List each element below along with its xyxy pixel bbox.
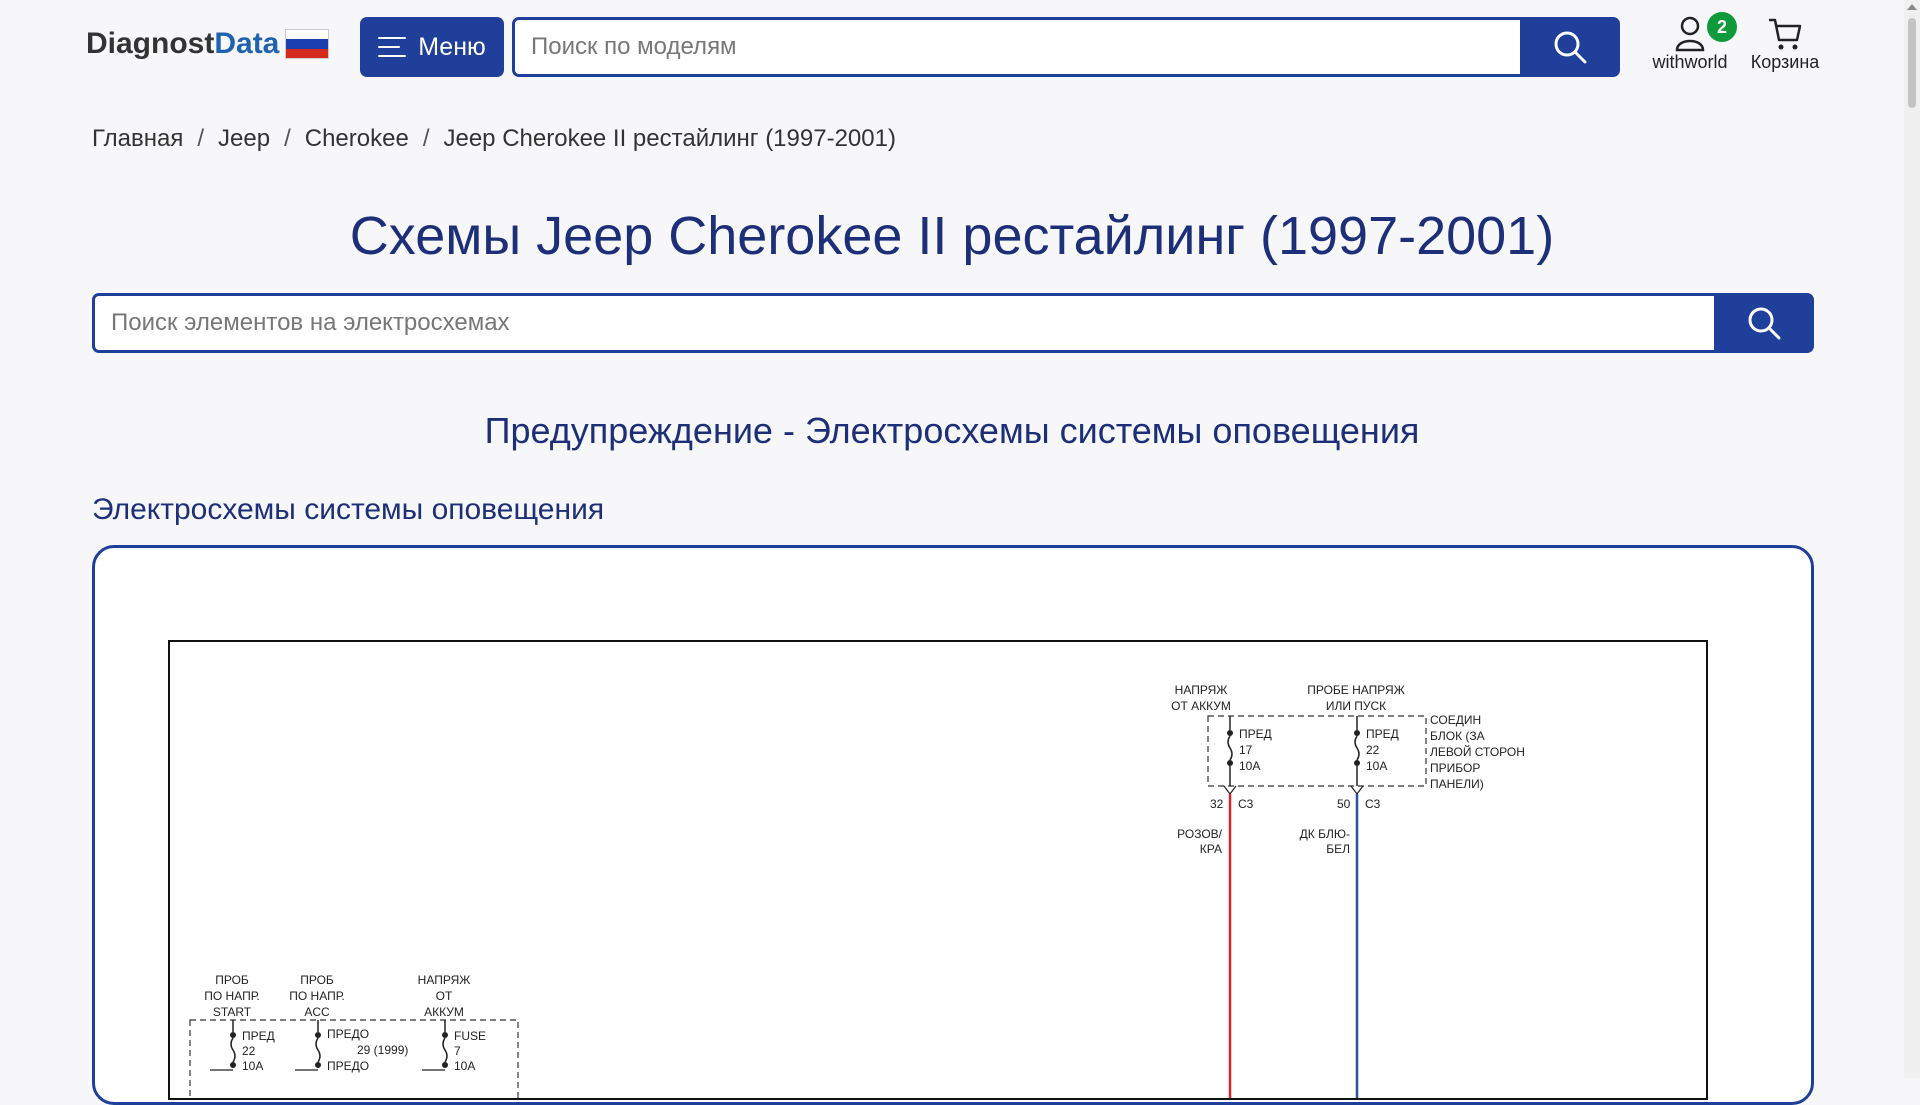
diagram-label: ПРЕД	[242, 1029, 275, 1043]
diagram-label: ПО НАПР.	[204, 989, 260, 1003]
diagram-label: 10А	[454, 1059, 475, 1073]
diagram-label: ПРЕД	[1239, 727, 1272, 741]
diagram-label: ACC	[304, 1005, 330, 1019]
fuse-symbol	[1354, 735, 1360, 761]
search-icon	[1748, 307, 1781, 340]
diagram-label: 32	[1210, 797, 1224, 811]
model-search-field	[512, 17, 1520, 77]
diagram-label: START	[213, 1005, 252, 1019]
breadcrumb-separator: /	[284, 125, 291, 152]
fuse-symbol	[230, 1037, 236, 1063]
diagram-label: 22	[242, 1044, 256, 1058]
diagram-label: 10А	[1366, 759, 1387, 773]
menu-button[interactable]: Меню	[360, 17, 504, 77]
diagram-label: БЕЛ	[1326, 842, 1350, 856]
diagram-label: СОЕДИН	[1430, 713, 1481, 727]
breadcrumb: Главная / Jeep / Cherokee / Jeep Cheroke…	[92, 122, 896, 156]
diagram-label: 29 (1999)	[357, 1043, 408, 1057]
cart-label: Корзина	[1750, 52, 1820, 72]
diagram-label: ПО НАПР.	[289, 989, 345, 1003]
diagram-label: ПРЕДО	[327, 1059, 369, 1073]
diagram-label: ПРИБОР	[1430, 761, 1480, 775]
cart-icon	[1769, 18, 1802, 50]
diagram-label: 7	[454, 1044, 461, 1058]
notification-badge: 2	[1707, 12, 1737, 42]
cart-link[interactable]: Корзина	[1745, 12, 1825, 82]
diagram-label: ПАНЕЛИ)	[1430, 777, 1484, 791]
breadcrumb-home[interactable]: Главная	[92, 125, 183, 153]
site-logo[interactable]: Diagnost Data	[86, 24, 330, 64]
connector-symbol	[1223, 785, 1237, 795]
breadcrumb-current: Jeep Cherokee II рестайлинг (1997-2001)	[443, 125, 896, 152]
diagram-label: 10А	[1239, 759, 1260, 773]
diagram-label: АККУМ	[424, 1005, 464, 1019]
fuse-symbol	[315, 1037, 321, 1063]
fuse-terminal	[1227, 760, 1233, 766]
fuse-terminal	[1354, 760, 1360, 766]
fuse-terminal	[1227, 730, 1233, 736]
scrollbar-thumb[interactable]	[1908, 18, 1916, 108]
diagram-label: ДК БЛЮ-	[1300, 827, 1350, 841]
diagram-label: ПРЕДО	[327, 1027, 369, 1041]
fuse-symbol	[1227, 735, 1233, 761]
diagram-label: ПРОБ	[300, 973, 334, 987]
wiring-diagram[interactable]: НАПРЯЖ ОТ АККУМ ПРОБЕ НАПРЯЖ ИЛИ ПУСК СО…	[168, 640, 1708, 1105]
logo-text-part2: Data	[214, 27, 280, 60]
user-name: withworld	[1652, 52, 1728, 72]
menu-button-label: Меню	[418, 32, 486, 61]
breadcrumb-brand[interactable]: Jeep	[218, 125, 270, 153]
hamburger-icon	[378, 37, 407, 57]
diagram-label: 10А	[242, 1059, 263, 1073]
section-heading: Предупреждение - Электросхемы системы оп…	[484, 410, 1420, 451]
model-search-input[interactable]	[515, 32, 1520, 62]
breadcrumb-separator: /	[197, 125, 205, 152]
user-icon	[1675, 16, 1705, 52]
russia-flag-icon	[285, 29, 330, 59]
diagram-label: ИЛИ ПУСК	[1326, 699, 1386, 713]
diagram-label: C3	[1365, 797, 1381, 811]
logo-text-part1: Diagnost	[86, 27, 215, 60]
fuse-terminal	[1354, 730, 1360, 736]
diagram-label: ОТ АККУМ	[1171, 699, 1231, 713]
element-search-button[interactable]	[1714, 293, 1814, 353]
breadcrumb-model[interactable]: Cherokee	[305, 125, 409, 153]
diagram-label: ПРОБ	[215, 973, 249, 987]
diagram-subheading: Электросхемы системы оповещения	[92, 493, 605, 526]
model-search-button[interactable]	[1520, 17, 1620, 77]
diagram-label: 50	[1337, 797, 1351, 811]
diagram-label: ПРЕД	[1366, 727, 1399, 741]
element-search-field	[92, 293, 1714, 353]
fuse-symbol	[442, 1037, 448, 1063]
diagram-label: ПРОБЕ НАПРЯЖ	[1307, 683, 1405, 697]
search-icon	[1554, 31, 1587, 64]
diagram-label: ОТ	[436, 989, 453, 1003]
page-title: Схемы Jeep Cherokee II рестайлинг (1997-…	[349, 206, 1555, 266]
diagram-label: 22	[1366, 743, 1380, 757]
diagram-label: БЛОК (ЗА	[1430, 729, 1485, 743]
diagram-label: ЛЕВОЙ СТОРОН	[1430, 744, 1525, 759]
page-scrollbar[interactable]	[1904, 0, 1920, 1078]
connector-symbol	[1350, 785, 1364, 795]
diagram-label: КРА	[1200, 842, 1222, 856]
scroll-up-arrow-icon[interactable]	[1907, 4, 1917, 10]
diagram-label: НАПРЯЖ	[1175, 683, 1228, 697]
diagram-label: РОЗОВ/	[1177, 827, 1223, 841]
wiring-diagram-svg: НАПРЯЖ ОТ АККУМ ПРОБЕ НАПРЯЖ ИЛИ ПУСК СО…	[189, 683, 1525, 1105]
diagram-label: 17	[1239, 743, 1253, 757]
element-search-input[interactable]	[95, 308, 1714, 338]
site-header: DiagnostData Меню withworld 2	[0, 0, 1904, 95]
breadcrumb-separator: /	[422, 125, 430, 152]
diagram-label: НАПРЯЖ	[418, 973, 471, 987]
user-account[interactable]: withworld 2	[1645, 12, 1737, 82]
diagram-label: C3	[1238, 797, 1254, 811]
diagram-label: FUSE	[454, 1029, 486, 1043]
